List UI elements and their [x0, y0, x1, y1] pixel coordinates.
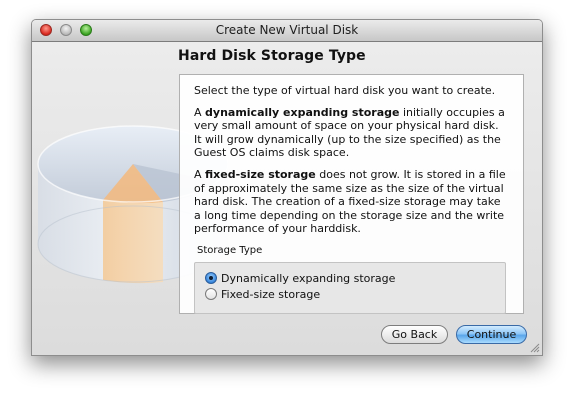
title-bar[interactable]: Create New Virtual Disk [32, 20, 542, 42]
radio-fixed-storage[interactable]: Fixed-size storage [205, 288, 320, 302]
resize-grip-icon[interactable] [530, 343, 540, 353]
radio-label[interactable]: Dynamically expanding storage [221, 272, 395, 286]
radio-selected-icon[interactable] [205, 272, 217, 285]
page-title: Hard Disk Storage Type [178, 48, 366, 64]
fixed-term: fixed-size storage [205, 167, 316, 181]
radio-unselected-icon[interactable] [205, 288, 217, 301]
description-panel: Select the type of virtual hard disk you… [179, 74, 524, 314]
continue-button[interactable]: Continue [456, 325, 527, 344]
article-text: A [194, 167, 206, 181]
dynamic-term: dynamically expanding storage [205, 105, 400, 119]
storage-type-group: Dynamically expanding storage Fixed-size… [194, 261, 506, 314]
window-title: Create New Virtual Disk [215, 23, 359, 37]
go-back-button[interactable]: Go Back [381, 325, 448, 344]
intro-text: Select the type of virtual hard disk you… [194, 84, 496, 97]
radio-label[interactable]: Fixed-size storage [221, 288, 320, 302]
storage-type-label: Storage Type [197, 244, 263, 256]
fixed-description: A fixed-size storage does not grow. It i… [194, 168, 509, 236]
wizard-content: Hard Disk Storage Type Select the type o… [32, 42, 542, 355]
article-text: A [194, 105, 206, 119]
radio-dynamic-storage[interactable]: Dynamically expanding storage [205, 272, 395, 286]
dynamic-description: A dynamically expanding storage initiall… [194, 106, 509, 160]
dialog-window: Create New Virtual Disk Hard Disk Storag… [31, 19, 543, 356]
